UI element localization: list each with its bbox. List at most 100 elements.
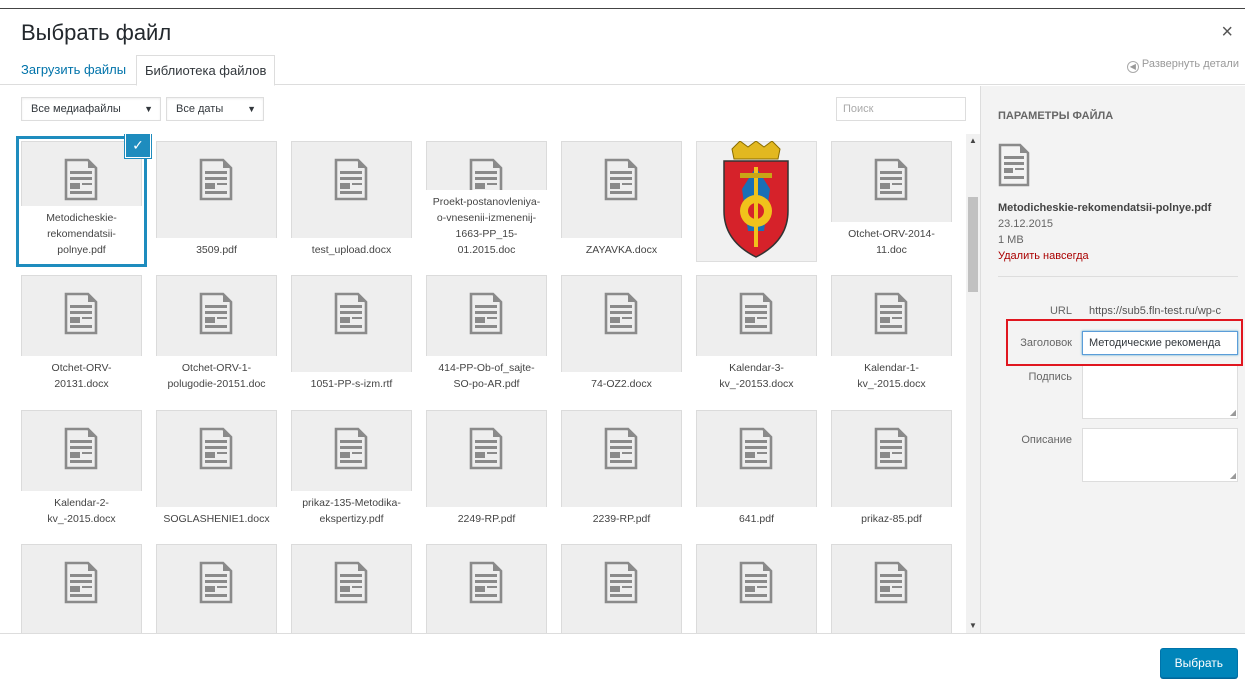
- scrollbar-thumb[interactable]: [968, 197, 978, 292]
- attachment-filename: Kalendar-3-kv_-20153.docx: [696, 356, 817, 396]
- url-label: URL: [1049, 305, 1072, 317]
- delete-permanently-link[interactable]: Удалить навсегда: [998, 250, 1089, 262]
- top-border: [0, 8, 1245, 9]
- document-icon: [998, 143, 1030, 187]
- attachment-tile[interactable]: Metod-: [426, 544, 547, 633]
- attachment-tile[interactable]: prikaz-135-Metodika-ekspertizy.pdf: [291, 410, 412, 531]
- attachment-tile[interactable]: 414-PP-Ob-of_sajte-SO-po-AR.pdf: [426, 275, 547, 396]
- document-icon: [334, 561, 368, 604]
- attachment-filename: ZAYAVKA.docx: [561, 238, 682, 262]
- attachment-tile[interactable]: [561, 544, 682, 633]
- document-icon: [199, 292, 233, 335]
- tab-upload-files[interactable]: Загрузить файлы: [13, 55, 134, 86]
- scroll-up-icon[interactable]: ▲: [966, 134, 980, 148]
- attachment-tile[interactable]: [831, 544, 952, 633]
- attachment-tile[interactable]: 1051-PP-s-izm.rtf: [291, 275, 412, 396]
- document-icon: [64, 427, 98, 470]
- attachment-filename: 1051-PP-s-izm.rtf: [291, 372, 412, 396]
- details-size: 1 MB: [998, 234, 1024, 246]
- resize-grip-icon[interactable]: ◢: [1230, 472, 1236, 480]
- document-icon: [64, 158, 98, 201]
- attachment-tile[interactable]: 3509.pdf: [156, 141, 277, 262]
- expand-details-link[interactable]: ◀ Развернуть детали: [1126, 58, 1239, 73]
- coat-of-arms-image: [723, 140, 789, 258]
- media-type-value: Все медиафайлы: [31, 103, 121, 115]
- attachment-tile[interactable]: Kalendar-1-kv_-2015.docx: [831, 275, 952, 396]
- document-icon: [469, 561, 503, 604]
- attachment-tile[interactable]: Kalendar-3-kv_-20153.docx: [696, 275, 817, 396]
- document-icon: [739, 427, 773, 470]
- attachment-tile[interactable]: Proekt-postanovleniya-o-vnesenii-izmenen…: [426, 141, 547, 262]
- checkmark-icon[interactable]: ✓: [126, 134, 150, 157]
- grid-scrollbar[interactable]: ▲ ▼: [966, 134, 980, 633]
- details-date: 23.12.2015: [998, 218, 1054, 230]
- router-tabs: Загрузить файлы Библиотека файлов: [0, 55, 1245, 86]
- document-icon: [64, 292, 98, 335]
- document-icon: [64, 561, 98, 604]
- attachment-tile[interactable]: [696, 544, 817, 633]
- attachment-tile[interactable]: [21, 544, 142, 633]
- dropdown-arrow-icon: ▼: [144, 104, 153, 114]
- attachment-filename: 3509.pdf: [156, 238, 277, 262]
- attachment-tile[interactable]: Otchet-ORV-2014-11.doc: [831, 141, 952, 262]
- scroll-down-icon[interactable]: ▼: [966, 619, 980, 633]
- attachment-tile[interactable]: Kalendar-2-kv_-2015.docx: [21, 410, 142, 531]
- modal-footer: Выбрать: [0, 633, 1245, 679]
- tab-media-library[interactable]: Библиотека файлов: [136, 55, 276, 86]
- arrow-left-circle-icon: ◀: [1126, 61, 1139, 73]
- highlight-box: [1006, 319, 1243, 366]
- modal-title: Выбрать файл: [21, 20, 172, 45]
- document-icon: [604, 158, 638, 201]
- attachment-filename: SOGLASHENIE1.docx: [156, 507, 277, 531]
- attachment-filename: 414-PP-Ob-of_sajte-SO-po-AR.pdf: [426, 356, 547, 396]
- divider: [998, 276, 1238, 277]
- attachment-filename: Otchet-ORV-1-polugodie-20151.doc: [156, 356, 277, 396]
- date-filter[interactable]: Все даты ▼: [166, 97, 264, 121]
- document-icon: [874, 427, 908, 470]
- attachment-tile[interactable]: SOGLASHENIE1.docx: [156, 410, 277, 531]
- attachment-tile[interactable]: 2239-RP.pdf: [561, 410, 682, 531]
- attachment-tile[interactable]: 2249-RP.pdf: [426, 410, 547, 531]
- dropdown-arrow-icon: ▼: [247, 104, 256, 114]
- attachments-toolbar: Все медиафайлы ▼ Все даты ▼ Поиск: [0, 86, 980, 134]
- attachment-tile[interactable]: 641.pdf: [696, 410, 817, 531]
- attachment-tile[interactable]: [156, 544, 277, 633]
- attachment-filename: 2249-RP.pdf: [426, 507, 547, 531]
- description-label: Описание: [1021, 434, 1072, 446]
- resize-grip-icon[interactable]: ◢: [1230, 409, 1236, 417]
- document-icon: [874, 292, 908, 335]
- search-input[interactable]: Поиск: [836, 97, 966, 121]
- select-button[interactable]: Выбрать: [1159, 648, 1238, 678]
- document-icon: [199, 427, 233, 470]
- details-filename: Metodicheskie-rekomendatsii-polnye.pdf: [998, 202, 1212, 214]
- attachment-tile[interactable]: [291, 544, 412, 633]
- document-icon: [739, 561, 773, 604]
- attachments-grid: Metodicheskie-rekomendatsii-polnye.pdf ✓ 3…: [0, 134, 980, 633]
- details-heading: ПАРАМЕТРЫ ФАЙЛА: [998, 110, 1114, 122]
- document-icon: [739, 292, 773, 335]
- date-filter-value: Все даты: [176, 103, 224, 115]
- attachment-filename: prikaz-135-Metodika-ekspertizy.pdf: [291, 491, 412, 531]
- attachment-image-tile[interactable]: [696, 140, 817, 262]
- media-type-filter[interactable]: Все медиафайлы ▼: [21, 97, 161, 121]
- document-icon: [469, 292, 503, 335]
- attachment-tile[interactable]: Metodicheskie-rekomendatsii-polnye.pdf ✓: [16, 134, 150, 267]
- attachment-tile[interactable]: Otchet-ORV-20131.docx: [21, 275, 142, 396]
- attachment-tile[interactable]: 74-OZ2.docx: [561, 275, 682, 396]
- expand-details-label: Развернуть детали: [1141, 58, 1239, 70]
- attachment-tile[interactable]: Otchet-ORV-1-polugodie-20151.doc: [156, 275, 277, 396]
- attachment-filename: Kalendar-2-kv_-2015.docx: [21, 491, 142, 531]
- document-icon: [469, 427, 503, 470]
- description-textarea[interactable]: ◢: [1082, 428, 1238, 482]
- attachment-tile[interactable]: ZAYAVKA.docx: [561, 141, 682, 262]
- caption-textarea[interactable]: ◢: [1082, 365, 1238, 419]
- attachment-filename: Proekt-postanovleniya-o-vnesenii-izmenen…: [426, 190, 547, 262]
- attachment-tile[interactable]: prikaz-85.pdf: [831, 410, 952, 531]
- document-icon: [334, 292, 368, 335]
- document-icon: [874, 561, 908, 604]
- attachment-filename: prikaz-85.pdf: [831, 507, 952, 531]
- document-icon: [334, 158, 368, 201]
- attachment-tile[interactable]: test_upload.docx: [291, 141, 412, 262]
- close-icon[interactable]: ×: [1221, 22, 1233, 42]
- media-modal: Выбрать файл × Загрузить файлы Библиотек…: [0, 0, 1245, 679]
